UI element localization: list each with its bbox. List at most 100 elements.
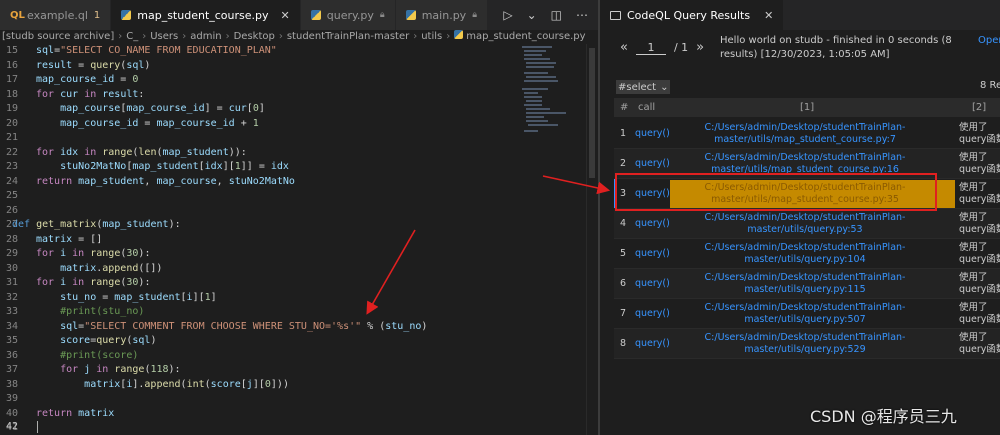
code-text: for i in range(30): <box>36 277 151 288</box>
path-line: C:/Users/admin/Desktop/studentTrainPlan- <box>704 122 906 133</box>
code-text: matrix[i].append(int(score[j][0])) <box>84 378 289 390</box>
result-set-select[interactable]: #select ⌄ <box>616 80 671 94</box>
message-line: query函数 <box>959 314 1000 325</box>
breadcrumb-item[interactable]: [studb source archive] <box>2 31 114 42</box>
tab-label: main.py <box>421 8 467 22</box>
line-number: 20 <box>5 117 18 129</box>
line-number: 19 <box>5 103 18 114</box>
breadcrumb-item[interactable]: C_ <box>126 31 138 42</box>
call-link[interactable]: query() <box>635 158 670 169</box>
code-text: score=query(sql) <box>60 335 157 346</box>
python-file-icon <box>310 10 321 20</box>
call-link[interactable]: query() <box>635 278 670 289</box>
code-text: stu_no = map_student[i][1] <box>60 291 217 303</box>
run-dropdown-icon[interactable]: ⌄ <box>527 8 537 22</box>
close-icon[interactable]: ✕ <box>764 9 773 22</box>
call-link[interactable]: query() <box>635 128 670 139</box>
row-index: 8 <box>620 338 627 349</box>
minimap[interactable] <box>522 44 582 144</box>
next-page-icon[interactable]: » <box>696 40 704 55</box>
editor-scrollbar[interactable] <box>586 44 596 435</box>
path-line: master/utils/map_student_course.py:7 <box>714 133 896 145</box>
table-row[interactable]: 1 query() C:/Users/admin/Desktop/student… <box>614 119 1000 149</box>
table-row[interactable]: 5 query() C:/Users/admin/Desktop/student… <box>614 239 1000 269</box>
chevron-down-icon: ⌄ <box>660 81 669 93</box>
header-col1[interactable]: [1] <box>800 102 814 113</box>
code-text: sql="SELECT CO_NAME FROM EDUCATION_PLAN" <box>36 45 277 56</box>
path-line: C:/Users/admin/Desktop/studentTrainPlan- <box>704 242 906 253</box>
python-file-icon <box>405 10 416 20</box>
breadcrumb-item[interactable]: studentTrainPlan-master <box>287 31 409 42</box>
page-input[interactable]: 1 <box>635 41 666 55</box>
path-line: C:/Users/admin/Desktop/studentTrainPlan- <box>704 152 906 163</box>
run-icon[interactable]: ▷ <box>503 8 512 22</box>
row-index: 2 <box>620 158 627 169</box>
line-number: 25 <box>5 190 18 201</box>
breadcrumb-item[interactable]: admin <box>190 31 221 42</box>
row-index: 6 <box>620 278 627 289</box>
more-actions-icon[interactable]: ⋯ <box>576 8 588 22</box>
message-line: query函数 <box>959 134 1000 145</box>
message-cell: 使用了query函数 <box>959 242 1000 266</box>
code-text: sql="SELECT COMMENT FROM CHOOSE WHERE ST… <box>60 320 428 332</box>
chevron-right-icon: › <box>446 31 451 42</box>
call-link[interactable]: query() <box>635 338 670 349</box>
line-number: 18 <box>5 88 18 100</box>
line-number: 22 <box>5 146 18 158</box>
call-link[interactable]: query() <box>635 248 670 259</box>
pagination: « 1 / 1 » <box>620 40 704 55</box>
location-link[interactable]: C:/Users/admin/Desktop/studentTrainPlan-… <box>670 122 940 145</box>
path-line: C:/Users/admin/Desktop/studentTrainPlan- <box>704 332 906 343</box>
message-line: query函数 <box>959 194 1000 205</box>
path-line: C:/Users/admin/Desktop/studentTrainPlan- <box>704 272 906 283</box>
location-link[interactable]: C:/Users/admin/Desktop/studentTrainPlan-… <box>670 272 940 295</box>
message-cell: 使用了query函数 <box>959 272 1000 296</box>
code-text: map_course_id = 0 <box>36 74 139 85</box>
location-link[interactable]: C:/Users/admin/Desktop/studentTrainPlan-… <box>670 152 940 175</box>
scrollbar-thumb[interactable] <box>589 48 595 178</box>
message-line: query函数 <box>959 344 1000 355</box>
open-example-link[interactable]: Open example <box>978 34 1000 48</box>
header-index[interactable]: # <box>620 102 628 113</box>
breadcrumb-item[interactable]: Users <box>150 31 178 42</box>
code-text: result = query(sql) <box>36 59 151 71</box>
tab-query-py[interactable]: query.py 🔒︎ <box>300 0 396 30</box>
code-area[interactable]: 15 sql="SELECT CO_NAME FROM EDUCATION_PLA… <box>0 44 520 435</box>
location-link[interactable]: C:/Users/admin/Desktop/studentTrainPlan-… <box>670 242 940 265</box>
line-number: 33 <box>5 306 18 317</box>
tab-main-py[interactable]: main.py 🔒︎ <box>395 0 488 30</box>
tab-example-ql[interactable]: QL example.ql 1 <box>0 0 112 30</box>
table-row[interactable]: 4 query() C:/Users/admin/Desktop/student… <box>614 209 1000 239</box>
table-row[interactable]: 7 query() C:/Users/admin/Desktop/student… <box>614 299 1000 329</box>
code-text: matrix = [] <box>36 233 103 245</box>
breadcrumb-item[interactable]: map_student_course.py <box>466 31 585 42</box>
previous-page-icon[interactable]: « <box>620 40 628 55</box>
breadcrumb-item[interactable]: Desktop <box>234 31 275 42</box>
call-link[interactable]: query() <box>635 308 670 319</box>
page-total: / 1 <box>673 41 689 54</box>
path-line: master/utils/query.py:115 <box>744 283 866 295</box>
location-link[interactable]: C:/Users/admin/Desktop/studentTrainPlan-… <box>670 332 940 355</box>
table-row[interactable]: 6 query() C:/Users/admin/Desktop/student… <box>614 269 1000 299</box>
header-call[interactable]: call <box>638 102 655 113</box>
table-row[interactable]: 8 query() C:/Users/admin/Desktop/student… <box>614 329 1000 359</box>
code-text: for j in range(118): <box>60 364 181 375</box>
call-link[interactable]: query() <box>635 218 670 229</box>
split-editor-icon[interactable]: ◫ <box>551 8 562 22</box>
header-col2[interactable]: [2] <box>972 102 986 113</box>
path-line: master/utils/query.py:507 <box>744 313 866 325</box>
message-cell: 使用了query函数 <box>959 212 1000 236</box>
close-icon[interactable]: ✕ <box>281 9 290 22</box>
line-number: 36 <box>5 349 18 361</box>
row-index: 1 <box>620 128 627 139</box>
location-link[interactable]: C:/Users/admin/Desktop/studentTrainPlan-… <box>670 212 940 235</box>
line-number: 40 <box>5 407 18 419</box>
line-number: 16 <box>5 59 18 71</box>
code-text: map_course[map_course_id] = cur[0] <box>60 103 265 114</box>
message-line: 使用了 <box>959 272 988 283</box>
breadcrumb-item[interactable]: utils <box>421 31 442 42</box>
location-link[interactable]: C:/Users/admin/Desktop/studentTrainPlan-… <box>670 302 940 325</box>
tab-codeql-results[interactable]: CodeQL Query Results ✕ <box>600 0 784 30</box>
tab-map-student-course[interactable]: map_student_course.py ✕ <box>111 0 301 30</box>
path-line: master/utils/query.py:529 <box>744 343 866 355</box>
